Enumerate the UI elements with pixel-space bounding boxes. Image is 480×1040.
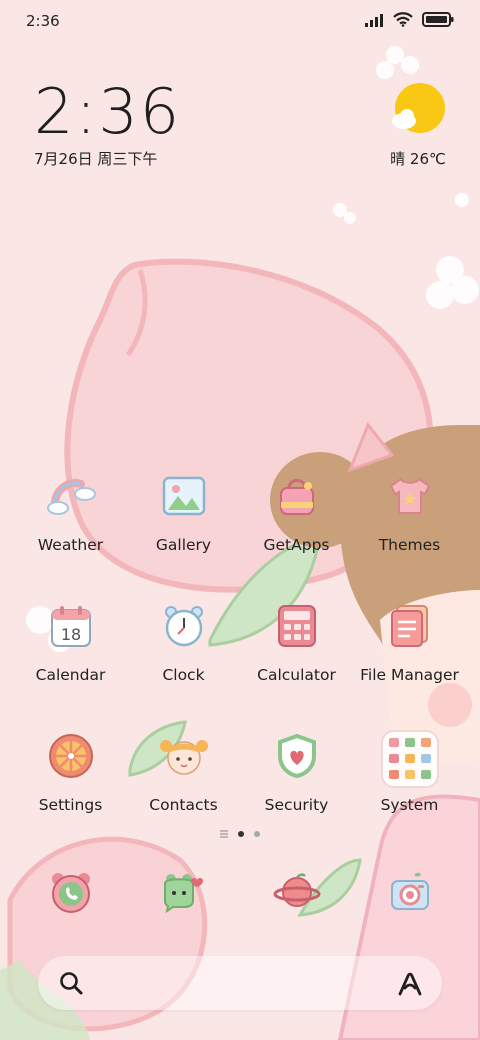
app-file-manager[interactable]: File Manager [353, 600, 466, 684]
app-label: Clock [162, 666, 205, 684]
app-calculator[interactable]: Calculator [240, 600, 353, 684]
date-text: 7月26日 周三下午 [34, 150, 158, 168]
signal-icon [365, 13, 383, 27]
sunny-cloud-icon [392, 83, 445, 133]
app-themes[interactable]: Themes [353, 470, 466, 554]
page-dot-active [238, 831, 244, 837]
app-system-folder[interactable]: System [353, 730, 466, 814]
calculator-icon [271, 600, 323, 652]
menu-lines-icon [220, 830, 228, 838]
app-label: GetApps [263, 536, 330, 554]
app-label: File Manager [360, 666, 459, 684]
phone-icon[interactable] [45, 866, 97, 918]
app-label: System [380, 796, 439, 814]
system-folder-icon [380, 730, 439, 788]
settings-icon [45, 730, 97, 782]
wifi-icon [393, 12, 413, 27]
weather-icon [45, 470, 97, 522]
app-label: Contacts [149, 796, 218, 814]
app-weather[interactable]: Weather [14, 470, 127, 554]
app-label: Security [264, 796, 329, 814]
calendar-icon: 18 [45, 600, 97, 652]
weather-text: 晴 26℃ [390, 150, 446, 168]
page-indicator[interactable] [0, 830, 480, 838]
app-contacts[interactable]: Contacts [127, 730, 240, 814]
app-getapps[interactable]: GetApps [240, 470, 353, 554]
search-icon [60, 972, 83, 995]
app-label: Calculator [257, 666, 336, 684]
app-label: Themes [378, 536, 441, 554]
app-label: Settings [38, 796, 103, 814]
assistant-icon[interactable] [396, 970, 424, 996]
app-clock[interactable]: Clock [127, 600, 240, 684]
app-settings[interactable]: Settings [14, 730, 127, 814]
status-time: 2:36 [26, 12, 60, 30]
app-grid: Weather Gallery GetApps Themes 18 Calend… [14, 470, 466, 814]
weather-widget[interactable]: 晴 26℃ [388, 82, 448, 169]
app-label: Gallery [155, 536, 212, 554]
status-icons [364, 12, 454, 27]
page-dot [254, 831, 260, 837]
browser-icon[interactable] [271, 866, 323, 918]
camera-icon[interactable] [384, 866, 436, 918]
search-bar[interactable] [38, 956, 442, 1010]
contacts-icon [158, 730, 210, 782]
app-security[interactable]: Security [240, 730, 353, 814]
file-manager-icon [384, 600, 436, 652]
themes-icon [384, 470, 436, 522]
app-label: Weather [37, 536, 104, 554]
getapps-icon [271, 470, 323, 522]
big-clock-time: 2:36 [34, 75, 182, 148]
clock-icon [158, 600, 210, 652]
app-label: Calendar [35, 666, 106, 684]
dock [14, 866, 466, 918]
gallery-icon [158, 470, 210, 522]
status-bar: 2:36 [0, 0, 480, 44]
calendar-day: 18 [60, 625, 80, 644]
battery-icon [422, 12, 454, 27]
messages-icon[interactable] [158, 866, 210, 918]
app-gallery[interactable]: Gallery [127, 470, 240, 554]
clock-widget[interactable]: 2:36 7月26日 周三下午 [34, 80, 181, 169]
app-calendar[interactable]: 18 Calendar [14, 600, 127, 684]
security-icon [271, 730, 323, 782]
